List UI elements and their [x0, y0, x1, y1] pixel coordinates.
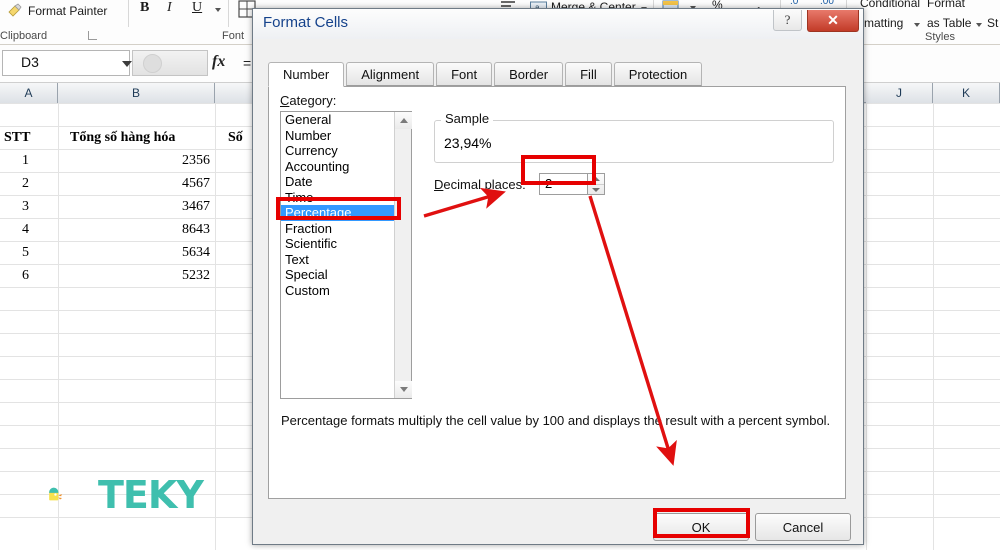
clipboard-dialog-launcher-icon[interactable]: [88, 31, 97, 40]
category-item-custom[interactable]: Custom: [281, 283, 395, 299]
category-items: General Number Currency Accounting Date …: [281, 112, 395, 398]
table-row: 2356: [182, 153, 210, 168]
format-cells-dialog: Format Cells ? ✕ Number Alignment Font B…: [252, 8, 864, 545]
table-row: 4: [22, 222, 29, 237]
teky-logo-text: TEKY: [98, 473, 204, 517]
scroll-up-icon[interactable]: [395, 112, 412, 129]
column-header-b[interactable]: B: [58, 83, 215, 103]
category-item-accounting[interactable]: Accounting: [281, 159, 395, 175]
category-item-number[interactable]: Number: [281, 128, 395, 144]
category-item-scientific[interactable]: Scientific: [281, 236, 395, 252]
ribbon-divider: [128, 0, 129, 27]
styles-group-label: Styles: [925, 31, 955, 43]
decrease-decimal-button[interactable]: .00: [820, 0, 834, 7]
category-label: CCategory:ategory:: [280, 93, 337, 108]
gridline: [866, 103, 867, 550]
conditional-formatting-line2[interactable]: rmatting: [860, 16, 903, 30]
close-button[interactable]: ✕: [807, 10, 859, 32]
clipboard-group-label: Clipboard: [0, 30, 48, 42]
dialog-title-bar: Format Cells ? ✕: [253, 9, 863, 39]
column-header-j[interactable]: J: [866, 83, 933, 103]
gridline: [933, 103, 934, 550]
name-box-chevron-down-icon[interactable]: [122, 61, 132, 67]
tab-number[interactable]: Number: [268, 62, 345, 87]
sample-value: 23,94%: [444, 135, 492, 151]
teky-mascot-icon: [49, 487, 63, 501]
teky-logo: TEKY: [48, 470, 208, 522]
category-item-special[interactable]: Special: [281, 267, 395, 283]
cell-styles-button[interactable]: St: [987, 16, 998, 30]
name-box[interactable]: D3: [2, 50, 130, 76]
tab-strip: Number Alignment Font Border Fill Protec…: [268, 62, 704, 87]
table-header-stt: STT: [4, 130, 31, 145]
column-header-a[interactable]: A: [0, 83, 58, 103]
tab-font[interactable]: Font: [436, 62, 493, 86]
decimal-places-stepper[interactable]: [587, 173, 605, 195]
column-header-k[interactable]: K: [933, 83, 1000, 103]
category-item-currency[interactable]: Currency: [281, 143, 395, 159]
dialog-body: Number Alignment Font Border Fill Protec…: [254, 39, 862, 544]
underline-chevron-down-icon[interactable]: [215, 8, 221, 12]
format-description: Percentage formats multiply the cell val…: [281, 413, 831, 428]
category-listbox[interactable]: General Number Currency Accounting Date …: [280, 111, 412, 399]
conditional-chevron-down-icon[interactable]: [914, 23, 920, 27]
conditional-formatting-button[interactable]: Conditional: [860, 0, 920, 10]
table-header-c: Số: [228, 130, 243, 145]
table-row: 5232: [182, 268, 210, 283]
tab-fill[interactable]: Fill: [565, 62, 612, 86]
category-item-text[interactable]: Text: [281, 252, 395, 268]
cancel-button[interactable]: Cancel: [755, 513, 851, 541]
table-row: 8643: [182, 222, 210, 237]
scroll-down-icon[interactable]: [395, 381, 412, 398]
sample-label: Sample: [441, 111, 494, 126]
font-group-label: Font: [222, 30, 245, 42]
insert-function-icon[interactable]: fx: [212, 53, 225, 71]
table-row: 3467: [182, 199, 210, 214]
number-tab-panel: CCategory:ategory: General Number Curren…: [268, 86, 846, 499]
category-item-date[interactable]: Date: [281, 174, 395, 190]
underline-button[interactable]: U: [192, 0, 202, 16]
tab-protection[interactable]: Protection: [613, 62, 703, 86]
stepper-up[interactable]: [588, 174, 604, 184]
dialog-title: Format Cells: [263, 14, 349, 31]
table-row: 2: [22, 176, 29, 191]
tab-alignment[interactable]: Alignment: [346, 62, 435, 86]
table-row: 4567: [182, 176, 210, 191]
category-item-fraction[interactable]: Fraction: [281, 221, 395, 237]
help-button[interactable]: ?: [773, 10, 802, 31]
format-painter-icon: [8, 3, 22, 17]
format-painter-label[interactable]: Format Painter: [28, 4, 107, 18]
table-row: 6: [22, 268, 29, 283]
bold-button[interactable]: B: [140, 0, 149, 16]
table-row: 5: [22, 245, 29, 260]
stepper-down[interactable]: [588, 184, 604, 194]
tab-border[interactable]: Border: [494, 62, 564, 86]
cancel-enter-icon[interactable]: [143, 54, 162, 73]
table-row: 1: [22, 153, 29, 168]
category-item-time[interactable]: Time: [281, 190, 395, 206]
table-row: 3: [22, 199, 29, 214]
category-scrollbar[interactable]: [394, 112, 412, 398]
ok-button[interactable]: OK: [653, 513, 749, 541]
ribbon-divider: [228, 0, 229, 27]
sample-group: [434, 120, 834, 163]
decimal-places-label: Decimal places:: [434, 177, 526, 192]
format-as-table-button[interactable]: Format: [927, 0, 965, 10]
category-item-percentage[interactable]: Percentage: [281, 205, 395, 221]
table-header-total: Tổng số hàng hóa: [70, 130, 176, 145]
format-as-table-line2[interactable]: as Table: [927, 16, 971, 30]
formula-input[interactable]: =: [243, 55, 251, 71]
decimal-places-input[interactable]: 2: [539, 173, 587, 195]
screen-root: Format Painter Clipboard B I U Font a Me…: [0, 0, 1000, 550]
table-row: 5634: [182, 245, 210, 260]
as-table-chevron-down-icon[interactable]: [976, 23, 982, 27]
italic-button[interactable]: I: [167, 0, 172, 16]
category-item-general[interactable]: General: [281, 112, 395, 128]
gridline: [215, 103, 216, 550]
increase-decimal-button[interactable]: .0: [790, 0, 798, 7]
